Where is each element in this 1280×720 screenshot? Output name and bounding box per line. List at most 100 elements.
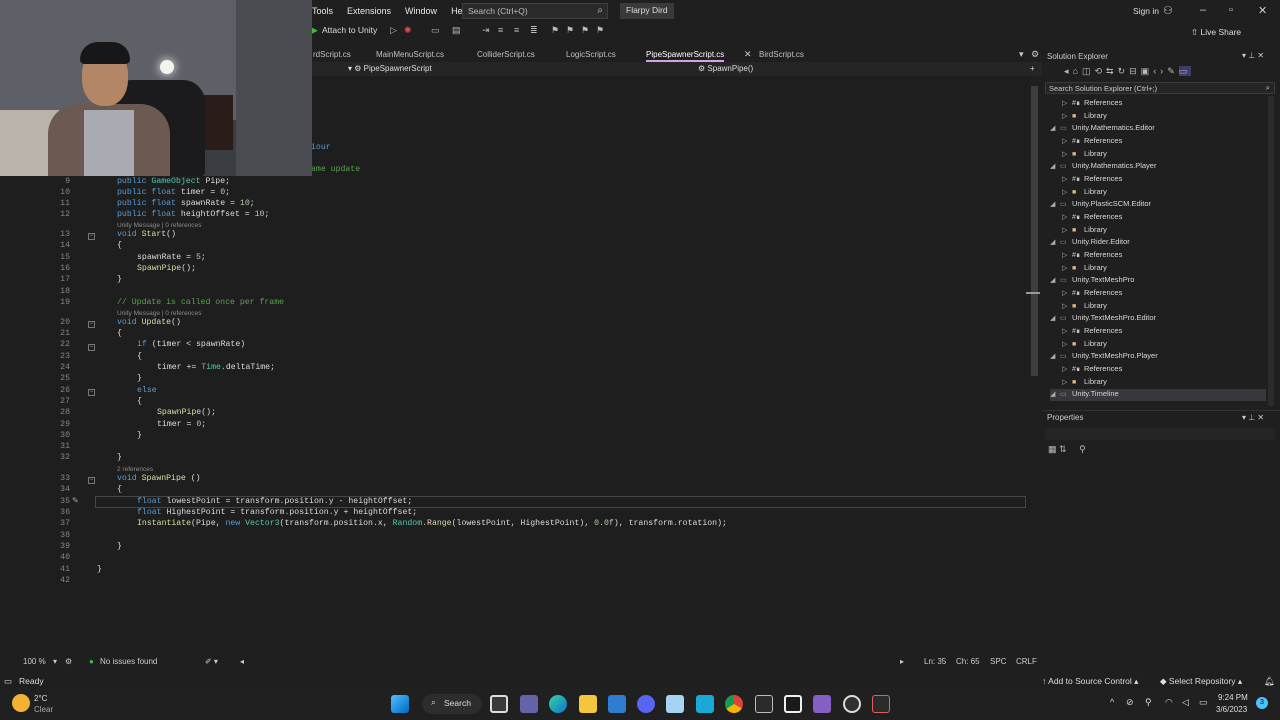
properties-object-selector[interactable] (1045, 428, 1275, 440)
collapsed-arrow-icon[interactable]: ▷ (1062, 99, 1072, 107)
expanded-arrow-icon[interactable]: ◢ (1050, 124, 1060, 132)
zoom-level[interactable]: 100 % (23, 657, 46, 666)
weather-desc[interactable]: Clear (34, 705, 53, 714)
code-line[interactable]: 36 float HighestPoint = transform.positio… (0, 507, 1030, 518)
attach-to-unity-button[interactable]: Attach to Unity (322, 25, 377, 35)
code-icon[interactable]: ‹› (1153, 66, 1167, 76)
issues-status[interactable]: No issues found (100, 657, 157, 666)
bookmark-next-icon[interactable]: ⚑ (581, 25, 589, 36)
wifi-icon[interactable]: ◠ (1165, 697, 1173, 708)
tray-app-icon[interactable]: ⊘ (1126, 697, 1134, 708)
collapsed-arrow-icon[interactable]: ▷ (1062, 302, 1072, 310)
start-icon[interactable] (391, 695, 409, 713)
code-line[interactable]: 10 public float timer = 0; (0, 187, 1030, 198)
fold-toggle-icon[interactable]: − (88, 233, 95, 240)
notifications-icon[interactable]: 🔔︎ (1264, 676, 1275, 687)
solution-tree-item[interactable]: ◢ ▭ Unity.Rider.Editor (1050, 237, 1266, 249)
code-line[interactable]: 22 if (timer < spawnRate) (0, 339, 1030, 350)
code-line[interactable]: 31 (0, 441, 1030, 452)
solution-tree-item[interactable]: ◢ ▭ Unity.TextMeshPro (1050, 275, 1266, 287)
sync-icon[interactable]: ⇆ (1106, 66, 1118, 76)
code-line[interactable]: 42 (0, 575, 1030, 586)
volume-icon[interactable]: ◁ (1182, 697, 1189, 708)
solution-tree-item[interactable]: ▷ #∎ References (1062, 212, 1266, 224)
play-icon[interactable]: ▶ (311, 25, 318, 36)
battery-icon[interactable]: ▭ (1199, 697, 1208, 708)
collapsed-arrow-icon[interactable]: ▷ (1062, 251, 1072, 259)
fold-toggle-icon[interactable]: − (88, 321, 95, 328)
zoom-dropdown-icon[interactable]: ▾ (53, 657, 57, 666)
tab-main-menu-script[interactable]: MainMenuScript.cs (376, 50, 444, 59)
obs-icon[interactable] (843, 695, 861, 713)
code-line[interactable]: 41} (0, 564, 1030, 575)
tab-pipe-spawner-script[interactable]: PipeSpawnerScript.cs (646, 50, 725, 62)
folder-icon[interactable]: ▭ (431, 25, 440, 36)
solution-tree-item[interactable]: ◢ ▭ Unity.Mathematics.Player (1050, 161, 1266, 173)
solution-tree-item[interactable]: ▷ ■ Library (1062, 377, 1266, 389)
align-icon[interactable]: ≣ (530, 25, 538, 36)
code-line[interactable]: 30} (0, 430, 1030, 441)
tab-settings-icon[interactable]: ⚙ (1031, 49, 1039, 60)
hot-reload-icon[interactable]: ✺ (404, 25, 412, 36)
solution-tree-item[interactable]: ▷ #∎ References (1062, 174, 1266, 186)
expanded-arrow-icon[interactable]: ◢ (1050, 162, 1060, 170)
uncomment-icon[interactable]: ≡ (514, 25, 519, 35)
codelens-start[interactable]: Unity Message | 0 references (117, 222, 201, 231)
tab-collider-script[interactable]: ColliderScript.cs (477, 50, 535, 59)
unity-hub-icon[interactable] (755, 695, 773, 713)
solution-tree-item[interactable]: ◢ ▭ Unity.TextMeshPro.Editor (1050, 313, 1266, 325)
collapsed-arrow-icon[interactable]: ▷ (1062, 150, 1072, 158)
code-line[interactable]: 40 (0, 552, 1030, 563)
code-line[interactable]: 27 { (0, 396, 1030, 407)
layout-icon[interactable]: ▤ (452, 25, 461, 36)
expanded-arrow-icon[interactable]: ◢ (1050, 276, 1060, 284)
clock-date[interactable]: 3/6/2023 (1216, 705, 1247, 714)
collapsed-arrow-icon[interactable]: ▷ (1062, 289, 1072, 297)
property-pages-icon[interactable]: ⚲ (1079, 444, 1086, 454)
code-line[interactable]: 39} (0, 541, 1030, 552)
code-line[interactable]: 28 SpawnPipe(); (0, 407, 1030, 418)
solution-tree-item[interactable]: ▷ ■ Library (1062, 301, 1266, 313)
solution-tree-item[interactable]: ▷ #∎ References (1062, 98, 1266, 110)
code-line[interactable]: 38 (0, 530, 1030, 541)
solution-tree-item[interactable]: ▷ #∎ References (1062, 250, 1266, 262)
solution-tree-item[interactable]: ▷ #∎ References (1062, 288, 1266, 300)
code-line[interactable]: 23 { (0, 351, 1030, 362)
close-icon[interactable]: ✕ (1258, 4, 1267, 17)
column-number[interactable]: Ch: 65 (956, 657, 980, 666)
menu-window[interactable]: Window (398, 6, 444, 16)
tab-close-icon[interactable]: ✕ (744, 49, 752, 60)
expanded-arrow-icon[interactable]: ◢ (1050, 200, 1060, 208)
select-repository-button[interactable]: ◆ Select Repository ▴ (1160, 676, 1242, 687)
code-line[interactable]: 16 SpawnPipe(); (0, 263, 1030, 274)
tab-bird-script-partial[interactable]: rdScript.cs (313, 50, 351, 59)
whitespace-mode[interactable]: SPC (990, 657, 1006, 666)
fold-toggle-icon[interactable]: − (88, 344, 95, 351)
collapsed-arrow-icon[interactable]: ▷ (1062, 378, 1072, 386)
pending-changes-icon[interactable]: ⟲ (1094, 66, 1106, 76)
comment-icon[interactable]: ≡ (498, 25, 503, 35)
panel-options-icon[interactable]: ▾ ⊥ ✕ (1242, 51, 1264, 60)
code-line[interactable]: 11 public float spawnRate = 10; (0, 198, 1030, 209)
tab-logic-script[interactable]: LogicScript.cs (566, 50, 616, 59)
tab-bird-script[interactable]: BirdScript.cs (759, 50, 804, 59)
line-ending[interactable]: CRLF (1016, 657, 1037, 666)
sign-in-link[interactable]: Sign in (1133, 6, 1159, 16)
menu-tools[interactable]: Tools (312, 6, 340, 16)
split-editor-icon[interactable]: + (1030, 64, 1035, 73)
editor-scroll-thumb[interactable] (1031, 86, 1038, 376)
menu-extensions[interactable]: Extensions (340, 6, 398, 16)
intellicode-icon[interactable]: ⚙ (65, 657, 72, 666)
solution-tree-item[interactable]: ◢ ▭ Unity.PlasticSCM.Editor (1050, 199, 1266, 211)
solution-tree-item[interactable]: ◢ ▭ Unity.TextMeshPro.Player (1050, 351, 1266, 363)
task-view-icon[interactable] (490, 695, 508, 713)
notepad-icon[interactable] (666, 695, 684, 713)
add-to-source-control-button[interactable]: ↑ Add to Source Control ▴ (1042, 676, 1138, 687)
solution-explorer-search[interactable]: Search Solution Explorer (Ctrl+;) ⌕ (1045, 82, 1275, 94)
app-l-icon[interactable] (696, 695, 714, 713)
code-line[interactable]: 9 public GameObject Pipe; (0, 176, 1030, 187)
unity-icon[interactable] (784, 695, 802, 713)
quick-action-icon[interactable]: ✎ (72, 496, 79, 505)
start-without-debug-icon[interactable]: ▷ (390, 25, 397, 36)
collapsed-arrow-icon[interactable]: ▷ (1062, 365, 1072, 373)
